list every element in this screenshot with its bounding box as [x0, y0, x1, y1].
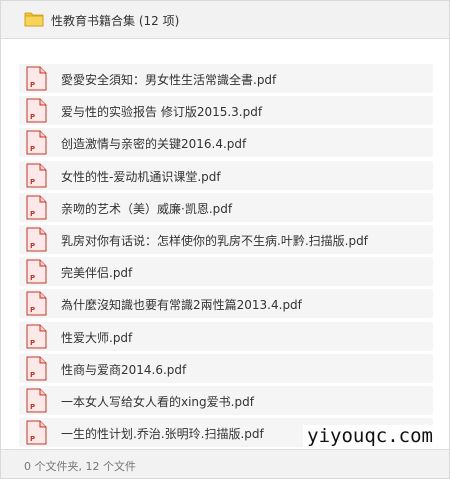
file-row[interactable]: P 性商与爱商2014.6.pdf: [19, 353, 433, 383]
file-name: 為什麼沒知識也要有常識2兩性篇2013.4.pdf: [61, 298, 302, 313]
pdf-file-icon: P: [26, 130, 47, 155]
pdf-file-icon: P: [26, 227, 47, 252]
svg-text:P: P: [30, 371, 35, 379]
site-watermark: yiyouqc.com: [303, 425, 437, 447]
folder-summary: 0 个文件夹, 12 个文件: [24, 460, 136, 473]
pdf-file-icon: P: [26, 195, 47, 220]
svg-text:P: P: [30, 435, 35, 443]
file-row[interactable]: P 完美伴侣.pdf: [19, 257, 433, 287]
svg-text:P: P: [30, 113, 35, 121]
pdf-file-icon: P: [26, 259, 47, 284]
file-row[interactable]: P 為什麼沒知識也要有常識2兩性篇2013.4.pdf: [19, 289, 433, 319]
folder-icon: [24, 12, 44, 27]
file-name: 完美伴侣.pdf: [61, 266, 133, 281]
file-name: 愛愛安全須知：男女性生活常識全書.pdf: [61, 73, 277, 87]
file-row[interactable]: P 亲吻的艺术（美）威廉·凯恩.pdf: [19, 192, 433, 222]
svg-text:P: P: [30, 339, 35, 347]
file-name: 乳房对你有话说：怎样使你的乳房不生病.叶黔.扫描版.pdf: [61, 234, 368, 248]
folder-header: 性教育书籍合集 (12 项): [1, 1, 449, 39]
svg-text:P: P: [30, 403, 35, 411]
file-row[interactable]: P 一本女人写给女人看的xing爱书.pdf: [19, 386, 433, 415]
pdf-file-icon: P: [26, 163, 47, 188]
svg-text:P: P: [30, 81, 35, 89]
file-browser-window: 性教育书籍合集 (12 项) P 愛愛安全須知：男女性生活常識全書.pdf P 爱与性…: [0, 0, 450, 479]
file-name: 亲吻的艺术（美）威廉·凯恩.pdf: [61, 201, 233, 216]
pdf-file-icon: P: [26, 324, 47, 349]
file-name: 女性的性-爱动机通识课堂.pdf: [61, 169, 221, 184]
file-row[interactable]: P 愛愛安全須知：男女性生活常識全書.pdf: [19, 64, 433, 93]
file-name: 创造激情与亲密的关键2016.4.pdf: [61, 137, 247, 152]
pdf-file-icon: P: [26, 98, 47, 123]
folder-title: 性教育书籍合集 (12 项): [51, 14, 180, 28]
status-bar: 0 个文件夹, 12 个文件: [1, 449, 449, 478]
file-name: 性爱大师.pdf: [61, 330, 133, 345]
file-row[interactable]: P 性爱大师.pdf: [19, 321, 433, 351]
pdf-file-icon: P: [26, 356, 47, 381]
file-name: 性商与爱商2014.6.pdf: [61, 362, 187, 377]
file-row[interactable]: P 乳房对你有话说：怎样使你的乳房不生病.叶黔.扫描版.pdf: [19, 225, 433, 254]
pdf-file-icon: P: [26, 420, 47, 445]
svg-text:P: P: [30, 274, 35, 282]
file-name: 一本女人写给女人看的xing爱书.pdf: [61, 395, 254, 409]
file-row[interactable]: P 爱与性的实验报告 修订版2015.3.pdf: [19, 96, 433, 126]
svg-text:P: P: [30, 210, 35, 218]
svg-text:P: P: [30, 178, 35, 186]
pdf-file-icon: P: [26, 291, 47, 316]
svg-text:P: P: [30, 242, 35, 250]
svg-text:P: P: [30, 306, 35, 314]
svg-text:P: P: [30, 145, 35, 153]
file-list: P 愛愛安全須知：男女性生活常識全書.pdf P 爱与性的实验报告 修订版2015.3…: [1, 40, 449, 450]
file-name: 爱与性的实验报告 修订版2015.3.pdf: [61, 105, 263, 120]
file-row[interactable]: P 创造激情与亲密的关键2016.4.pdf: [19, 128, 433, 158]
file-row[interactable]: P 女性的性-爱动机通识课堂.pdf: [19, 160, 433, 190]
pdf-file-icon: P: [26, 66, 47, 91]
file-name: 一生的性计划.乔治.张明玲.扫描版.pdf: [61, 427, 264, 442]
pdf-file-icon: P: [26, 388, 47, 413]
